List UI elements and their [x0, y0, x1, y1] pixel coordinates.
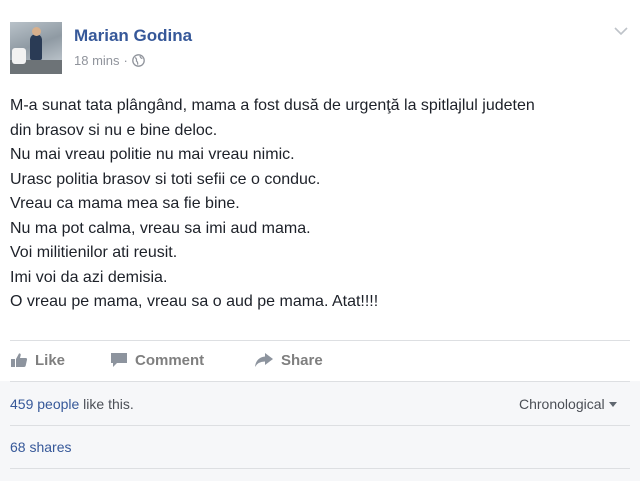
- post-line: Voi militienilor ati reusit.: [10, 244, 178, 261]
- globe-icon[interactable]: [132, 54, 145, 67]
- post-line: din brasov si nu e bine deloc.: [10, 121, 218, 139]
- share-label: Share: [281, 351, 323, 369]
- post-line: M-a sunat tata plângând, mama a fost dus…: [10, 97, 535, 114]
- post-meta: 18 mins ·: [74, 53, 145, 68]
- share-arrow-icon: [254, 352, 274, 368]
- likes-summary: 459 people like this.: [10, 396, 134, 412]
- post-timestamp[interactable]: 18 mins: [74, 53, 120, 68]
- shares-link[interactable]: 68 shares: [10, 439, 71, 455]
- caret-down-icon: [608, 401, 617, 407]
- post-line: O vreau pe mama, vreau sa o aud pe mama.…: [10, 293, 379, 310]
- post-line: Nu ma pot calma, vreau sa imi aud mama.: [10, 219, 311, 237]
- meta-separator: ·: [123, 53, 128, 68]
- comment-order-dropdown[interactable]: Chronological: [519, 396, 617, 412]
- post-card: Marian Godina 18 mins · M-a sunat tata p…: [0, 0, 640, 481]
- post-line: Nu mai vreau politie nu mai vreau nimic.: [10, 146, 295, 163]
- like-button[interactable]: Like: [10, 352, 110, 369]
- avatar-person: [30, 34, 42, 60]
- avatar[interactable]: [10, 22, 62, 74]
- divider: [10, 340, 630, 341]
- avatar-head: [32, 27, 41, 36]
- avatar-car: [12, 48, 26, 64]
- post-line: Vreau ca mama mea sa fie bine.: [10, 195, 240, 212]
- post-line: Imi voi da azi demisia.: [10, 268, 168, 286]
- action-bar: Like Comment Share: [10, 346, 323, 374]
- divider: [10, 381, 630, 382]
- likes-suffix: like this.: [79, 396, 134, 412]
- post-body: M-a sunat tata plângând, mama a fost dus…: [10, 94, 634, 315]
- like-label: Like: [35, 351, 66, 369]
- divider: [10, 425, 630, 426]
- comment-button[interactable]: Comment: [110, 352, 254, 369]
- comment-order-label: Chronological: [519, 396, 605, 412]
- comment-label: Comment: [135, 351, 205, 369]
- chevron-down-icon[interactable]: [613, 24, 629, 36]
- author-name[interactable]: Marian Godina: [74, 26, 192, 46]
- comment-icon: [110, 352, 128, 368]
- thumbs-up-icon: [10, 352, 28, 368]
- divider: [10, 468, 630, 469]
- share-button[interactable]: Share: [254, 352, 323, 369]
- post-line: Urasc politia brasov si toti sefii ce o …: [10, 170, 321, 188]
- likes-link[interactable]: 459 people: [10, 396, 79, 412]
